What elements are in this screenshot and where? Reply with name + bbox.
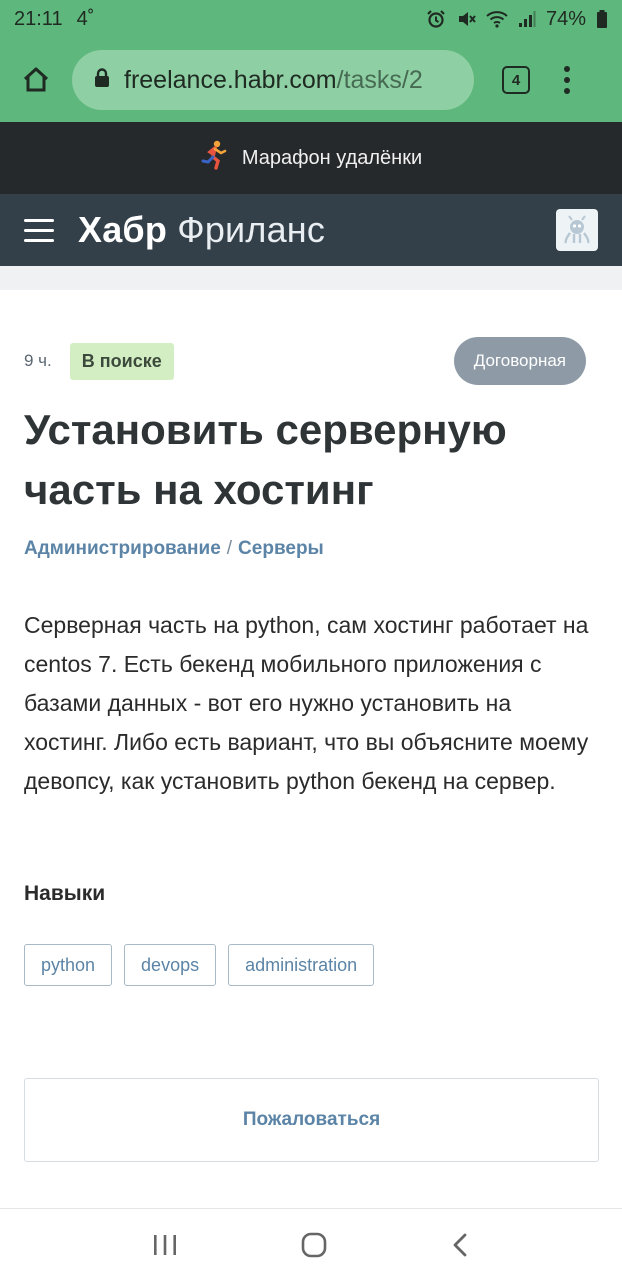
browser-toolbar: freelance.habr.com/tasks/2 4	[0, 38, 622, 122]
signal-icon	[518, 10, 536, 28]
tag-administration[interactable]: administration	[228, 944, 375, 986]
back-icon[interactable]	[449, 1231, 471, 1259]
breadcrumb: Администрирование / Серверы	[24, 538, 324, 560]
breadcrumb-separator: /	[226, 538, 233, 559]
menu-dot	[564, 66, 570, 72]
tag-devops[interactable]: devops	[124, 944, 217, 986]
tag-python[interactable]: python	[24, 944, 113, 986]
skill-tags: python devops administration	[24, 944, 375, 986]
mute-icon	[456, 9, 476, 29]
home-nav-icon[interactable]	[300, 1231, 328, 1259]
user-avatar[interactable]	[556, 209, 598, 251]
browser-menu-button[interactable]	[562, 66, 572, 94]
header-spacer	[0, 266, 622, 290]
site-header: Хабр Фриланс	[0, 194, 622, 266]
wifi-icon	[486, 9, 508, 29]
battery-percent: 74%	[545, 7, 586, 30]
home-icon	[23, 67, 49, 92]
price-badge: Договорная	[453, 337, 586, 385]
recent-apps-icon[interactable]	[151, 1232, 179, 1258]
alarm-icon	[426, 9, 446, 29]
logo-bold: Хабр	[78, 209, 168, 250]
runner-icon	[200, 140, 228, 176]
promo-banner[interactable]: Марафон удалёнки	[0, 122, 622, 194]
breadcrumb-subcategory[interactable]: Серверы	[238, 538, 324, 559]
tab-switcher-button[interactable]: 4	[502, 66, 530, 94]
system-nav-bar	[0, 1208, 622, 1280]
task-time: 9 ч.	[24, 351, 52, 370]
lock-icon	[94, 67, 110, 93]
breadcrumb-category[interactable]: Администрирование	[24, 538, 221, 559]
url-path: /tasks/2	[336, 65, 423, 94]
skills-heading: Навыки	[24, 882, 106, 905]
report-button[interactable]: Пожаловаться	[24, 1078, 599, 1162]
menu-dot	[564, 77, 570, 83]
status-badge: В поиске	[69, 342, 174, 380]
url-text: freelance.habr.com/tasks/2	[124, 66, 423, 95]
url-domain: freelance.habr.com	[124, 65, 337, 94]
status-bar: 21:11 4˚ 74%	[0, 0, 622, 38]
menu-dot	[564, 88, 570, 94]
home-button[interactable]	[0, 38, 72, 122]
site-logo[interactable]: Хабр Фриланс	[78, 209, 325, 251]
status-temperature: 4˚	[76, 7, 95, 30]
status-time: 21:11	[14, 7, 63, 30]
task-title: Установить серверную часть на хостинг	[24, 406, 507, 513]
battery-icon	[596, 9, 608, 29]
task-meta: 9 ч. В поиске Договорная	[24, 336, 586, 386]
task-description: Серверная часть на python, сам хостинг р…	[24, 612, 589, 794]
hamburger-menu-icon[interactable]	[24, 218, 54, 242]
banner-text: Марафон удалёнки	[241, 146, 423, 169]
avatar-icon	[564, 215, 590, 244]
address-bar[interactable]: freelance.habr.com/tasks/2	[72, 50, 474, 110]
logo-light: Фриланс	[177, 209, 326, 250]
